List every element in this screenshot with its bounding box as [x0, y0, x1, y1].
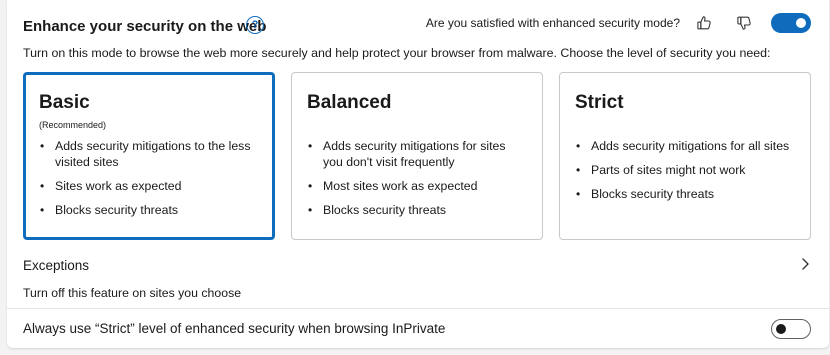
card-bullet-list: • Adds security mitigations to the less v…	[39, 138, 260, 226]
card-bullet-list: • Adds security mitigations for sites you…	[307, 138, 528, 226]
question-circle-icon[interactable]: ?	[246, 16, 264, 34]
card-subtitle: (Recommended)	[39, 120, 107, 130]
section-title: Enhance your security on the web	[23, 18, 267, 35]
section-description: Turn on this mode to browse the web more…	[23, 46, 771, 60]
bullet-icon: •	[308, 203, 313, 217]
bullet-icon: •	[40, 139, 45, 153]
level-card-basic[interactable]: Basic (Recommended) • Adds security mitig…	[23, 72, 275, 240]
list-item: • Most sites work as expected	[307, 178, 528, 194]
bullet-icon: •	[308, 139, 313, 153]
chevron-right-icon[interactable]	[797, 256, 813, 272]
thumbs-down-icon[interactable]	[735, 14, 753, 32]
divider	[7, 308, 829, 309]
list-item: • Blocks security threats	[575, 186, 796, 202]
level-card-strict[interactable]: Strict • Adds security mitigations for al…	[559, 72, 811, 240]
list-item: • Adds security mitigations for sites you…	[307, 138, 528, 170]
exceptions-description: Turn off this feature on sites you choos…	[23, 286, 242, 300]
inprivate-strict-toggle[interactable]	[771, 319, 811, 339]
bullet-text: Most sites work as expected	[323, 179, 478, 193]
bullet-text: Sites work as expected	[55, 179, 182, 193]
list-item: • Adds security mitigations to the less v…	[39, 138, 260, 170]
bullet-icon: •	[576, 163, 581, 177]
list-item: • Blocks security threats	[307, 202, 528, 218]
card-bullet-list: • Adds security mitigations for all sites…	[575, 138, 796, 210]
bullet-icon: •	[40, 203, 45, 217]
bullet-text: Adds security mitigations for all sites	[591, 139, 790, 153]
list-item: • Adds security mitigations for all sites	[575, 138, 796, 154]
bullet-text: Parts of sites might not work	[591, 163, 746, 177]
bullet-text: Blocks security threats	[55, 203, 179, 217]
bullet-icon: •	[576, 187, 581, 201]
bullet-text: Blocks security threats	[591, 187, 715, 201]
enhanced-security-toggle[interactable]	[771, 13, 811, 33]
toggle-knob	[776, 324, 786, 334]
section-header: Enhance your security on the web ? Are y…	[23, 12, 813, 38]
exceptions-title: Exceptions	[23, 258, 90, 273]
list-item: • Parts of sites might not work	[575, 162, 796, 178]
inprivate-strict-label: Always use “Strict” level of enhanced se…	[23, 321, 446, 336]
bullet-icon: •	[576, 139, 581, 153]
list-item: • Sites work as expected	[39, 178, 260, 194]
feedback-question: Are you satisfied with enhanced security…	[425, 16, 680, 30]
card-title: Strict	[575, 92, 624, 113]
bullet-icon: •	[40, 179, 45, 193]
toggle-knob	[796, 18, 806, 28]
exceptions-link[interactable]: Exceptions	[23, 254, 813, 278]
bullet-text: Adds security mitigations for sites you …	[323, 139, 506, 169]
bullet-icon: •	[308, 179, 313, 193]
card-title: Basic	[39, 92, 90, 113]
list-item: • Blocks security threats	[39, 202, 260, 218]
thumbs-up-icon[interactable]	[695, 14, 713, 32]
bullet-text: Adds security mitigations to the less vi…	[55, 139, 251, 169]
enhanced-security-panel: Enhance your security on the web ? Are y…	[7, 0, 829, 348]
level-card-balanced[interactable]: Balanced • Adds security mitigations for …	[291, 72, 543, 240]
card-title: Balanced	[307, 92, 392, 113]
bullet-text: Blocks security threats	[323, 203, 447, 217]
